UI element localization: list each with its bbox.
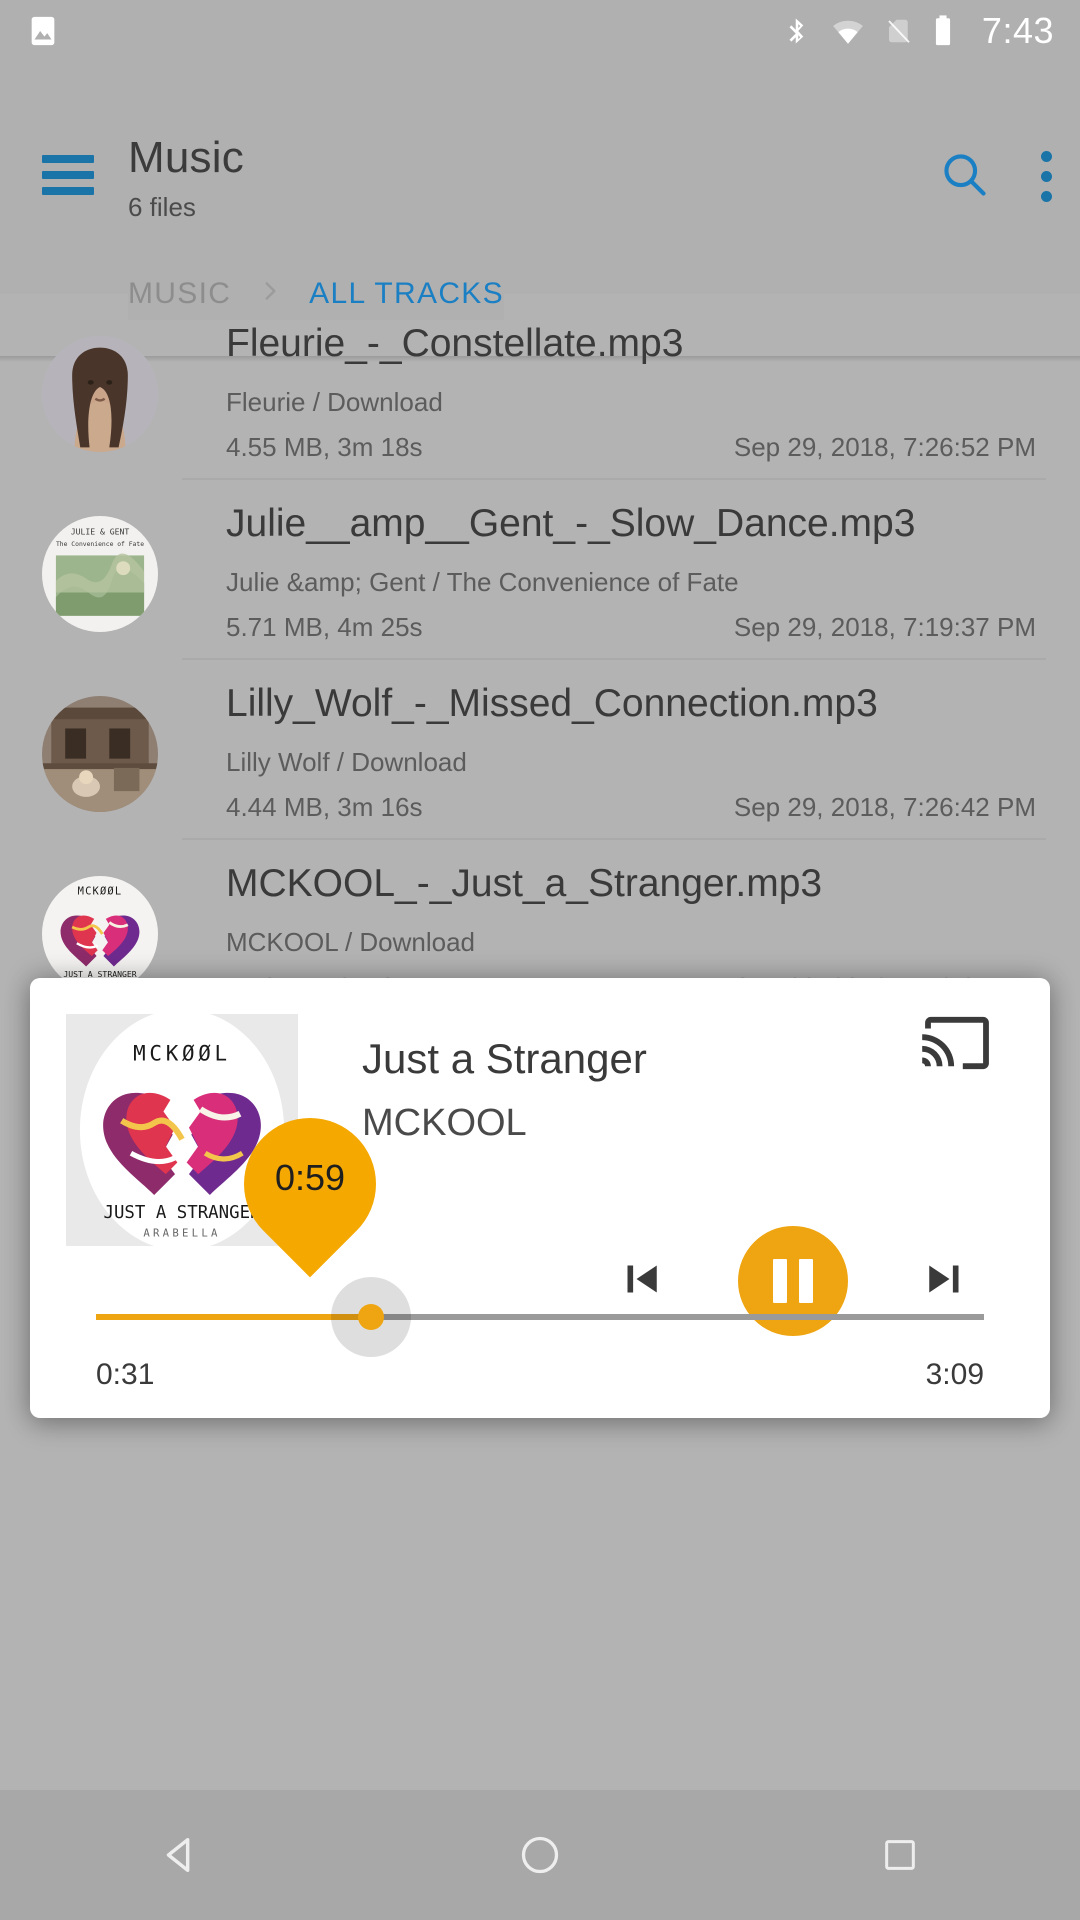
file-name: Julie__amp__Gent_-_Slow_Dance.mp3 <box>226 502 916 545</box>
no-sim-icon <box>884 14 914 48</box>
file-size-duration: 5.71 MB, 4m 25s <box>226 611 423 642</box>
avatar <box>42 336 158 452</box>
file-name: Fleurie_-_Constellate.mp3 <box>226 322 684 365</box>
avatar <box>42 696 158 812</box>
seek-progress-fill <box>96 1314 372 1320</box>
android-nav-bar <box>0 1790 1080 1920</box>
file-size-duration: 4.55 MB, 3m 18s <box>226 431 423 462</box>
pause-icon <box>773 1259 813 1303</box>
page-subtitle: 6 files <box>128 192 196 223</box>
back-triangle-icon[interactable] <box>120 1815 240 1895</box>
mini-player-card: MCKØØL JUST A STRANGER ARABELLA Just a S… <box>30 978 1050 1418</box>
table-row[interactable]: Fleurie_-_Constellate.mp3 Fleurie / Down… <box>0 300 1080 480</box>
battery-icon <box>932 14 954 48</box>
app-backdrop: 7:43 Music 6 files MUSIC ALL TRACKS Fleu… <box>0 0 1080 1920</box>
file-subtitle: Fleurie / Download <box>226 386 443 417</box>
recents-square-icon[interactable] <box>840 1815 960 1895</box>
title-block: Music 6 files <box>128 133 244 223</box>
file-name: MCKOOL_-_Just_a_Stranger.mp3 <box>226 862 823 905</box>
image-icon <box>26 14 60 48</box>
file-date: Sep 29, 2018, 7:19:37 PM <box>733 611 1036 642</box>
seek-track[interactable] <box>96 1277 984 1357</box>
svg-text:JUST A STRANGER: JUST A STRANGER <box>103 1203 261 1223</box>
cast-icon[interactable] <box>922 1014 992 1077</box>
file-subtitle: MCKOOL / Download <box>226 926 476 957</box>
total-time: 3:09 <box>925 1358 984 1391</box>
file-subtitle: Julie &amp; Gent / The Convenience of Fa… <box>226 566 739 597</box>
svg-text:MCKØØL: MCKØØL <box>133 1041 231 1065</box>
app-bar: Music 6 files MUSIC ALL TRACKS <box>0 62 1080 362</box>
skip-next-icon[interactable] <box>918 1252 972 1311</box>
player-track-artist: MCKOOL <box>362 1102 527 1145</box>
avatar: JULIE & GENT The Convenience of Fate <box>42 516 158 632</box>
seek-tooltip: 0:59 <box>216 1090 404 1278</box>
file-name: Lilly_Wolf_-_Missed_Connection.mp3 <box>226 682 878 725</box>
avatar: MCKØØL JUST A STRANGER ARABELLA <box>42 876 158 992</box>
file-subtitle: Lilly Wolf / Download <box>226 746 467 777</box>
home-circle-icon[interactable] <box>480 1815 600 1895</box>
table-row[interactable]: Lilly_Wolf_-_Missed_Connection.mp3 Lilly… <box>0 660 1080 840</box>
bluetooth-icon <box>782 14 812 48</box>
elapsed-time: 0:31 <box>96 1358 155 1391</box>
status-time: 7:43 <box>981 10 1054 51</box>
file-date: Sep 29, 2018, 7:26:52 PM <box>733 431 1036 462</box>
wifi-icon <box>830 14 866 48</box>
player-track-title: Just a Stranger <box>362 1035 647 1082</box>
file-list: Fleurie_-_Constellate.mp3 Fleurie / Down… <box>0 300 1080 1020</box>
skip-previous-icon[interactable] <box>614 1252 668 1311</box>
file-info: Lilly_Wolf_-_Missed_Connection.mp3 Lilly… <box>226 682 1046 823</box>
file-info: Fleurie_-_Constellate.mp3 Fleurie / Down… <box>226 322 1046 463</box>
hamburger-menu-icon[interactable] <box>42 155 94 195</box>
svg-text:JULIE & GENT: JULIE & GENT <box>71 527 130 537</box>
svg-text:The Convenience of Fate: The Convenience of Fate <box>56 540 144 548</box>
file-info: Julie__amp__Gent_-_Slow_Dance.mp3 Julie … <box>226 502 1046 643</box>
page-title: Music <box>128 133 244 182</box>
table-row[interactable]: JULIE & GENT The Convenience of Fate Jul… <box>0 480 1080 660</box>
seek-bar[interactable]: 0:31 3:09 <box>96 1277 984 1392</box>
app-bar-actions <box>938 148 1052 205</box>
status-bar: 7:43 <box>0 0 1080 62</box>
file-size-duration: 4.44 MB, 3m 16s <box>226 791 423 822</box>
seek-tooltip-label: 0:59 <box>274 1157 346 1198</box>
more-vert-icon[interactable] <box>1040 151 1052 202</box>
file-date: Sep 29, 2018, 7:26:42 PM <box>733 791 1036 822</box>
svg-text:MCKØØL: MCKØØL <box>78 886 123 898</box>
search-icon[interactable] <box>938 148 990 205</box>
